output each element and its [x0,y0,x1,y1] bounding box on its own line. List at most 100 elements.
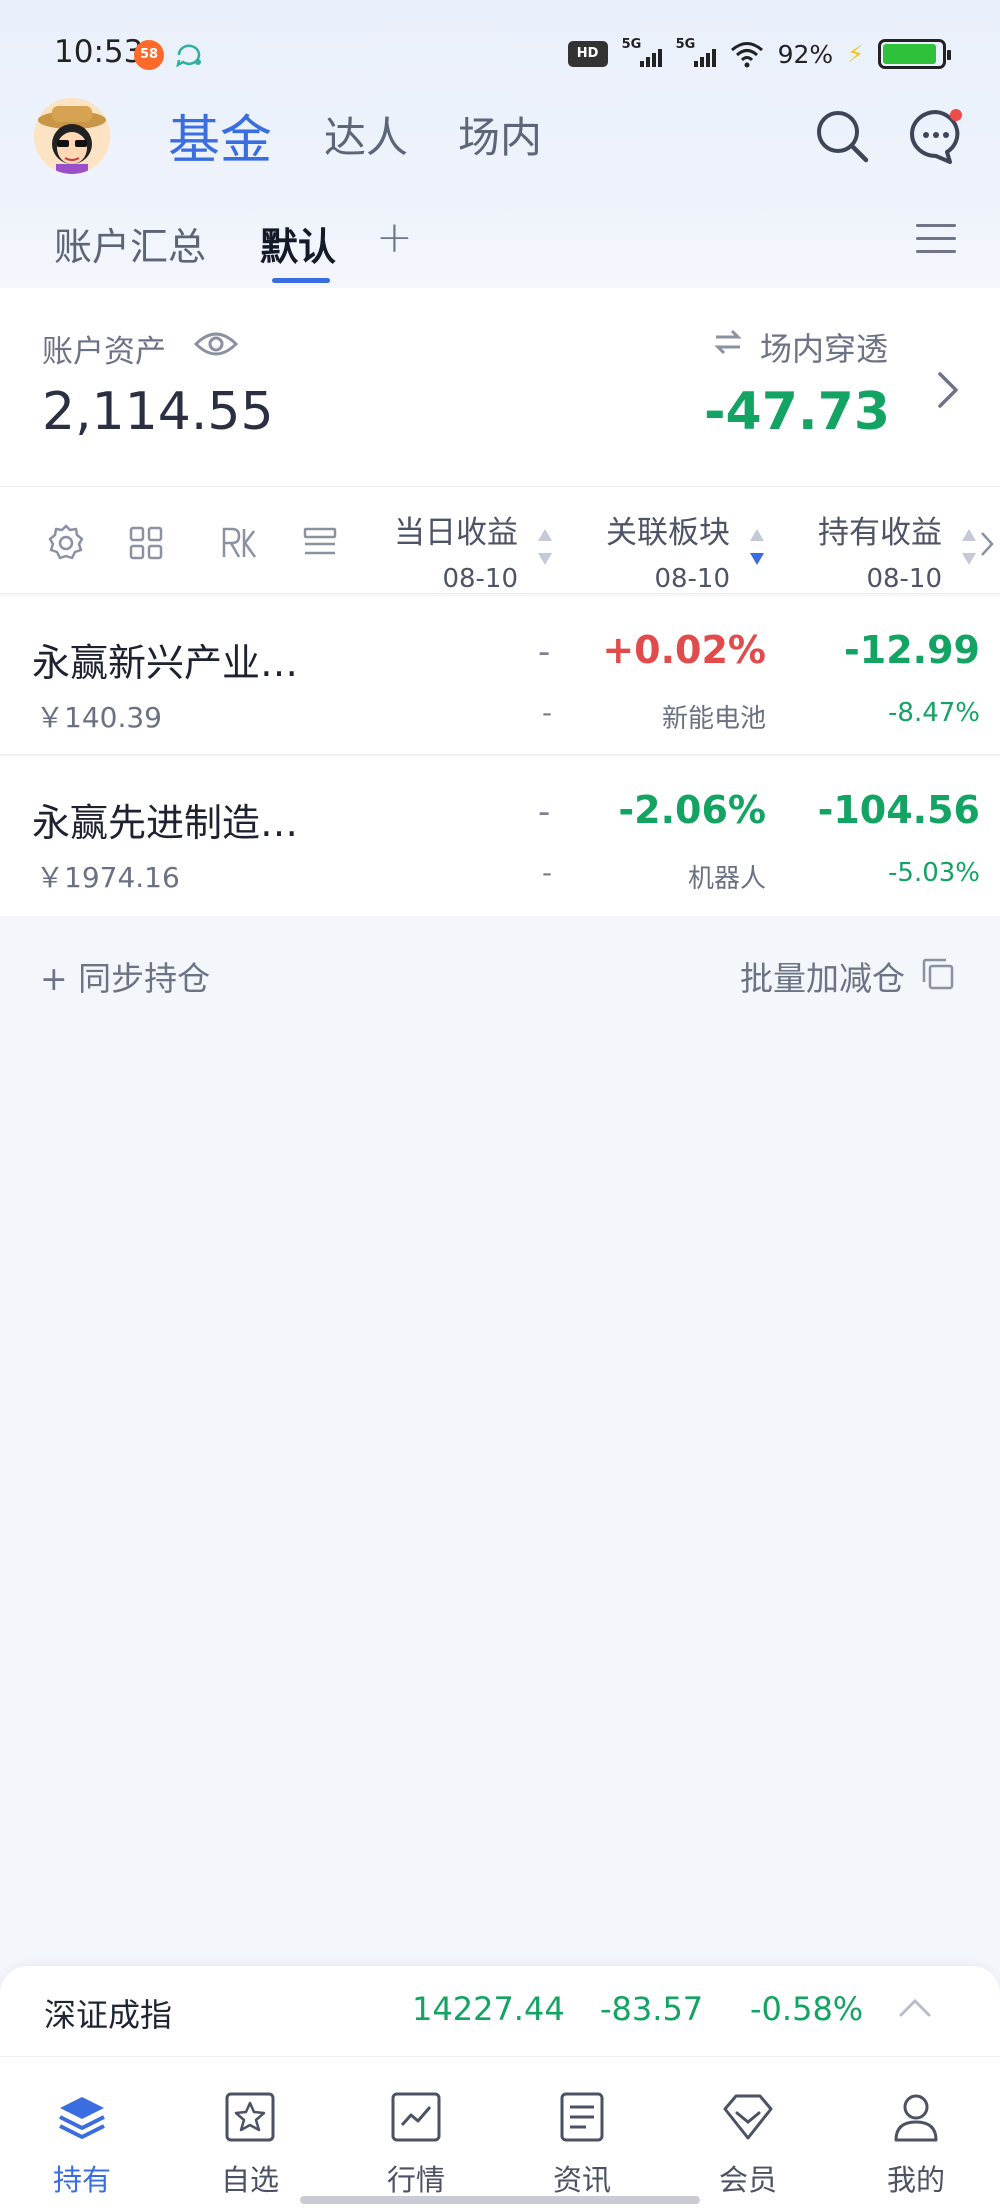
diamond-icon [723,2094,773,2140]
tab-experts[interactable]: 达人 [324,104,408,165]
nav-label: 自选 [220,2163,279,2197]
fund-amount: ￥140.39 [36,701,162,734]
sort-icon[interactable] [960,525,978,569]
day-income-pct: - [542,696,553,729]
nav-holdings[interactable]: 持有 [22,2091,142,2199]
index-name: 深证成指 [44,1996,173,2034]
search-icon[interactable] [812,106,872,166]
sync-holdings-button[interactable]: + 同步持仓 [40,952,210,1000]
app-screen: 10:53 58 HD 5G 5G 92% ⚡ 基金 达人 场内 账户汇总 默认… [0,0,1000,2211]
col-date: 08-10 [866,564,942,594]
wifi-icon [730,42,763,68]
col-hold-income[interactable]: 持有收益 08-10 [818,507,942,594]
status-indicators: HD 5G 5G 92% ⚡ [567,34,951,74]
swap-icon [714,329,742,355]
menu-icon[interactable] [916,224,956,256]
document-icon [560,2092,604,2142]
avatar[interactable] [34,98,110,174]
batch-adjust-button[interactable]: 批量加减仓 [740,952,905,1000]
col-day-income[interactable]: 当日收益 08-10 [394,507,518,594]
chart-icon [391,2092,441,2142]
col-title: 持有收益 [818,515,942,551]
hold-pct: -5.03% [888,858,980,888]
tab-fund[interactable]: 基金 [168,98,272,173]
nav-label: 我的 [886,2163,945,2197]
sort-desc-icon[interactable] [748,525,766,569]
eye-icon[interactable] [194,330,238,358]
chat-notification-icon [176,44,201,68]
hold-income: -104.56 [817,788,980,832]
tab-onfloor[interactable]: 场内 [458,104,542,165]
day-income: - [538,792,551,832]
chevron-up-icon[interactable] [898,1996,932,2018]
status-bar: 10:53 58 HD 5G 5G 92% ⚡ [0,0,1000,108]
col-date: 08-10 [654,564,730,594]
assets-value: 2,114.55 [42,382,274,442]
nav-market[interactable]: 行情 [356,2091,476,2199]
nav-news[interactable]: 资讯 [522,2091,642,2199]
scroll-right-icon[interactable] [980,531,994,557]
holding-row[interactable]: 永赢新兴产业… ￥140.39 - - +0.02% 新能电池 -12.99 -… [0,596,1000,756]
penetration-label[interactable]: 场内穿透 [760,324,888,370]
gear-icon[interactable] [46,523,86,563]
account-card: 账户资产 2,114.55 场内穿透 -47.73 [0,288,1000,486]
tab-account-summary[interactable]: 账户汇总 [54,216,206,271]
home-indicator[interactable] [300,2196,700,2204]
col-title: 当日收益 [394,515,518,551]
chevron-right-icon[interactable] [936,368,960,412]
status-time: 10:53 [54,34,144,70]
charging-icon: ⚡ [847,40,864,68]
hold-pct: -8.47% [888,698,980,728]
signal-icon: 5G [621,37,662,69]
holdings-table-header: 当日收益 08-10 关联板块 08-10 持有收益 08-10 [0,486,1000,594]
index-change: -83.57 [600,1990,704,2028]
holding-row[interactable]: 永赢先进制造… ￥1974.16 - - -2.06% 机器人 -104.56 … [0,756,1000,916]
col-title: 关联板块 [606,515,730,551]
penetration-value: -47.73 [703,382,890,442]
nav-label: 资讯 [552,2163,611,2197]
index-value: 14227.44 [412,1990,565,2028]
list-view-icon[interactable] [300,523,340,563]
nav-watchlist[interactable]: 自选 [190,2091,310,2199]
index-ticker[interactable]: 深证成指 14227.44 -83.57 -0.58% [0,1966,1000,2056]
sector-change: -2.06% [618,788,766,832]
signal-label: 5G [621,37,642,52]
hd-voice-icon: HD [567,41,608,67]
battery-icon [878,39,951,69]
col-sector[interactable]: 关联板块 08-10 [606,507,730,594]
bottom-navigation: 持有 自选 行情 资讯 会员 我的 [0,2056,1000,2211]
grid-icon[interactable] [126,523,166,563]
signal-label: 5G [675,37,696,52]
assets-label: 账户资产 [42,334,166,370]
sector-change: +0.02% [602,628,766,672]
tab-default[interactable]: 默认 [260,216,336,271]
copy-icon[interactable] [920,956,956,992]
sector-name[interactable]: 机器人 [688,858,766,895]
nav-membership[interactable]: 会员 [688,2091,808,2199]
index-change-pct: -0.58% [750,1990,864,2028]
sort-icon[interactable] [536,525,554,569]
nav-label: 行情 [386,2163,445,2197]
layers-icon [59,2097,105,2139]
active-tab-indicator [272,278,330,283]
battery-percent: 92% [777,39,834,69]
sector-name[interactable]: 新能电池 [662,698,766,735]
nav-label: 持有 [52,2163,111,2197]
message-icon[interactable] [906,106,966,166]
day-income: - [538,632,551,672]
nav-label: 会员 [718,2163,777,2197]
nav-profile[interactable]: 我的 [856,2091,976,2199]
app-notification-icon: 58 [134,40,164,70]
rk-icon[interactable] [218,523,258,563]
day-income-pct: - [542,856,553,889]
fund-amount: ￥1974.16 [36,861,180,894]
avatar-image [34,98,110,174]
fund-name: 永赢新兴产业… [32,641,299,685]
add-group-button[interactable]: + [376,212,413,263]
col-date: 08-10 [442,564,518,594]
fund-name: 永赢先进制造… [32,801,299,845]
signal-icon: 5G [675,37,716,69]
hold-income: -12.99 [844,628,980,672]
star-icon [225,2092,275,2142]
user-icon [894,2094,938,2142]
